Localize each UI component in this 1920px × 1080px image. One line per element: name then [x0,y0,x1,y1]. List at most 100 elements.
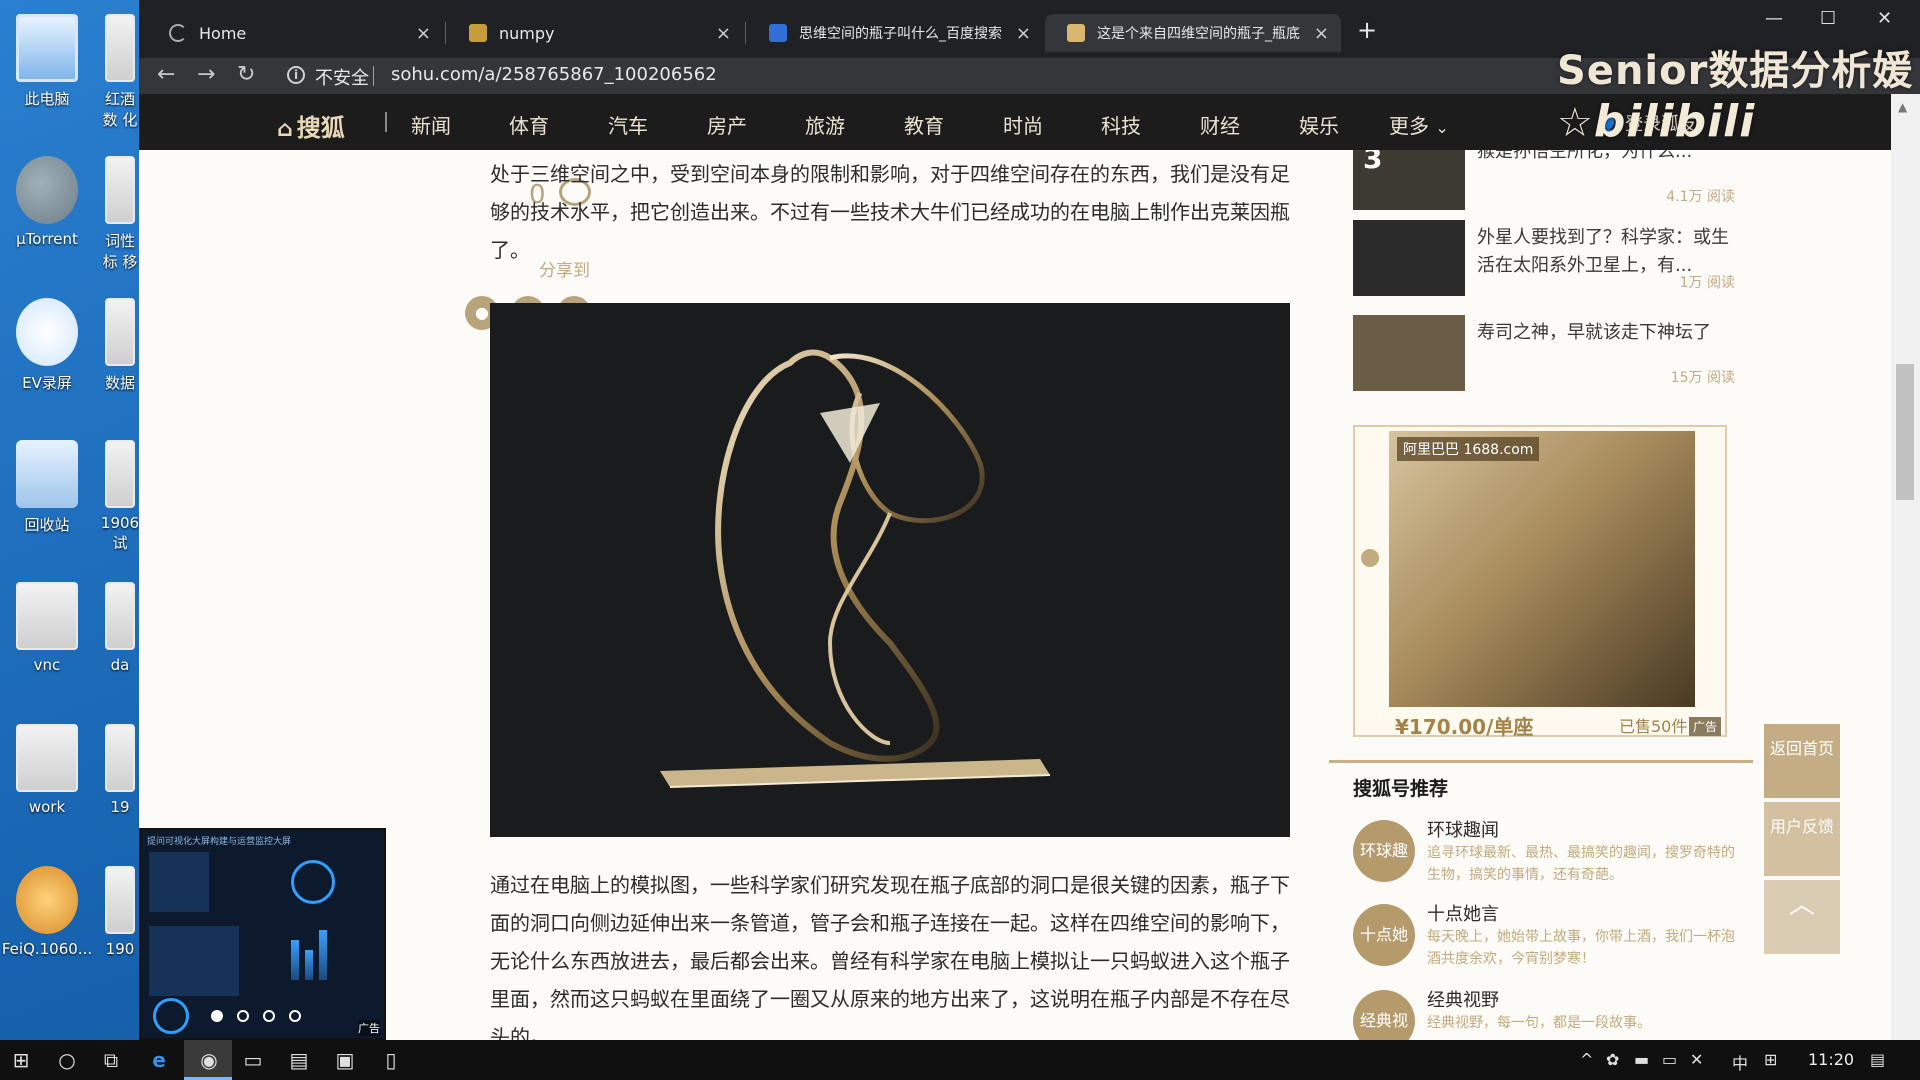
carousel-dot[interactable] [1361,549,1379,567]
tab-sohu-article[interactable]: 这是个来自四维空间的瓶子_瓶底 × [1045,14,1341,52]
avatar: 环球趣事 [1353,820,1415,922]
scrollbar[interactable] [1891,94,1920,1040]
desktop-icon-utorrent[interactable]: µTorrent [0,148,94,278]
loading-icon [169,24,187,42]
tray-chevron-icon[interactable]: ^ [1580,1050,1593,1069]
hot-list-item[interactable]: 外星人要找到了？科学家：或生活在太阳系外卫星上，有... 1万 阅读 [1353,220,1753,298]
preview-bar [319,930,327,980]
close-tab-icon[interactable]: × [716,23,731,44]
desktop-icon-da[interactable]: da [100,574,140,704]
nav-item-house[interactable]: 房产 [707,110,747,139]
hot-reads: 1万 阅读 [1679,275,1735,291]
chrome-icon[interactable]: ◉ [196,1048,222,1072]
new-tab-button[interactable]: + [1357,16,1377,44]
tab-home[interactable]: Home × [147,14,443,52]
info-icon[interactable]: i [287,66,305,84]
desktop-icon-ev-recorder[interactable]: EV录屏 [0,290,94,420]
site-logo-text: 搜狐 [296,114,345,142]
article-paragraph: 通过在电脑上的模拟图，一些科学家们研究发现在瓶子底部的洞口是很关键的因素，瓶子下… [490,873,1290,1040]
nav-item-entertainment[interactable]: 娱乐 [1299,110,1339,139]
network-icon[interactable]: ▭ [1662,1050,1677,1069]
ad-price: ¥170.00/单座 [1395,715,1534,739]
url-field[interactable]: sohu.com/a/258765867_100206562 [391,64,717,85]
desktop-icon-190[interactable]: 190 [100,858,140,988]
tab-baidu-search[interactable]: 思维空间的瓶子叫什么_百度搜索 × [747,14,1043,52]
file-icon [105,866,135,934]
maximize-button[interactable]: ☐ [1820,8,1836,29]
document-app-icon[interactable]: ▯ [378,1048,404,1072]
nav-item-fashion[interactable]: 时尚 [1003,110,1043,139]
feedback-button[interactable]: 用户反馈 [1764,802,1840,876]
desktop-icon-this-pc[interactable]: 此电脑 [0,6,94,136]
preview-ad-label: 广告 [358,1020,380,1036]
browser-window: Home × numpy × 思维空间的瓶子叫什么_百度搜索 × 这是个来自四维… [139,0,1920,1040]
battery-icon[interactable]: ▬ [1634,1050,1649,1069]
system-clock[interactable]: 11:20 [1808,1050,1854,1069]
desktop-icon-vnc[interactable]: vnc [0,574,94,704]
edge-browser-icon[interactable]: e [146,1048,172,1072]
chevron-down-icon: ⌄ [1435,118,1449,137]
nav-item-sports[interactable]: 体育 [509,110,549,139]
ev-recorder-icon [16,298,78,366]
ime-mode-icon[interactable]: ⊞ [1764,1050,1777,1069]
hot-thumbnail [1353,220,1465,296]
desktop-icon-recycle-bin[interactable]: 回收站 [0,432,94,562]
klein-bottle-illustration [660,349,1051,788]
close-tab-icon[interactable]: × [416,23,431,44]
ad-image: 阿里巴巴 1688.com [1389,431,1695,707]
preview-dot [289,1010,301,1022]
nav-item-auto[interactable]: 汽车 [608,110,648,139]
desktop-icon-folder[interactable]: 红酒数 化 [100,6,140,136]
windows-start-icon[interactable]: ⊞ [8,1048,34,1072]
notification-icon[interactable]: ▤ [1870,1050,1885,1069]
back-to-top-button[interactable]: ︿ [1764,880,1840,954]
ime-indicator[interactable]: 中 [1732,1050,1748,1074]
scrollbar-thumb[interactable] [1896,364,1914,500]
folder-icon [105,298,135,366]
security-label[interactable]: 不安全 [315,64,369,90]
advertisement[interactable]: 阿里巴巴 1688.com ¥170.00/单座 已售50件 广告 [1353,425,1727,739]
notepad-icon[interactable]: ▤ [286,1048,312,1072]
search-icon[interactable]: ○ [54,1048,80,1072]
preview-dot [263,1010,275,1022]
nav-item-more[interactable]: 更多 ⌄ [1389,110,1449,139]
hot-thumbnail [1353,315,1465,391]
tab-title: 思维空间的瓶子叫什么_百度搜索 [799,26,1002,42]
nav-item-travel[interactable]: 旅游 [805,110,845,139]
hot-reads: 15万 阅读 [1670,370,1735,386]
close-tab-icon[interactable]: × [1314,23,1329,44]
tab-numpy[interactable]: numpy × [447,14,743,52]
desktop-icon-data[interactable]: 数据 [100,290,140,420]
nav-item-tech[interactable]: 科技 [1101,110,1141,139]
back-to-home-button[interactable]: 返回首页 [1764,724,1840,798]
sohu-logo[interactable]: ⌂ 搜狐 [277,108,345,143]
recommend-item[interactable]: 经典视野 经典视野 经典视野，每一句，都是一段故事。 [1353,990,1753,1040]
window-app-icon[interactable]: ▣ [332,1048,358,1072]
desktop-icon-1906[interactable]: 1906 试 [100,432,140,562]
desktop-icon-feiq[interactable]: FeiQ.1060... [0,858,94,988]
forward-button[interactable]: → [197,62,215,87]
recommend-item[interactable]: 环球趣事 环球趣闻 追寻环球最新、最热、最搞笑的趣闻，搜罗奇特的生物，搞笑的事情… [1353,820,1753,922]
nav-item-finance[interactable]: 财经 [1200,110,1240,139]
nav-item-education[interactable]: 教育 [904,110,944,139]
task-view-icon[interactable]: ⧉ [98,1048,124,1072]
nav-item-news[interactable]: 新闻 [411,110,451,139]
minimize-button[interactable]: — [1765,8,1783,29]
tray-app-icon[interactable]: ✿ [1606,1050,1619,1069]
hot-list-item[interactable]: 3 猴是孙悟空所化，为什么... 4.1万 阅读 [1353,150,1753,212]
file-explorer-icon[interactable]: ▭ [240,1048,266,1072]
preview-dot [211,1010,223,1022]
volume-icon[interactable]: ✕ [1690,1050,1703,1069]
reload-button[interactable]: ↻ [237,62,255,87]
desktop-icon-work[interactable]: work [0,716,94,846]
desktop-icon-19[interactable]: 19 [100,716,140,846]
dashboard-preview-thumbnail[interactable]: 提问可视化大屏构建与运营监控大屏 广告 [139,828,386,1040]
back-button[interactable]: ← [157,62,175,87]
recommend-item[interactable]: 十点她言 十点她言 每天晚上，她始带上故事，你带上酒，我们一杯泡酒共度余欢，今宵… [1353,904,1753,1006]
hot-list-item[interactable]: 寿司之神，早就该走下神坛了 15万 阅读 [1353,315,1753,393]
desktop-icon-label: FeiQ.1060... [1,940,93,958]
close-window-button[interactable]: ✕ [1877,8,1892,29]
desktop-icon-file[interactable]: 词性标 移 [100,148,140,278]
hot-rank: 3 [1363,150,1383,175]
close-tab-icon[interactable]: × [1016,23,1031,44]
